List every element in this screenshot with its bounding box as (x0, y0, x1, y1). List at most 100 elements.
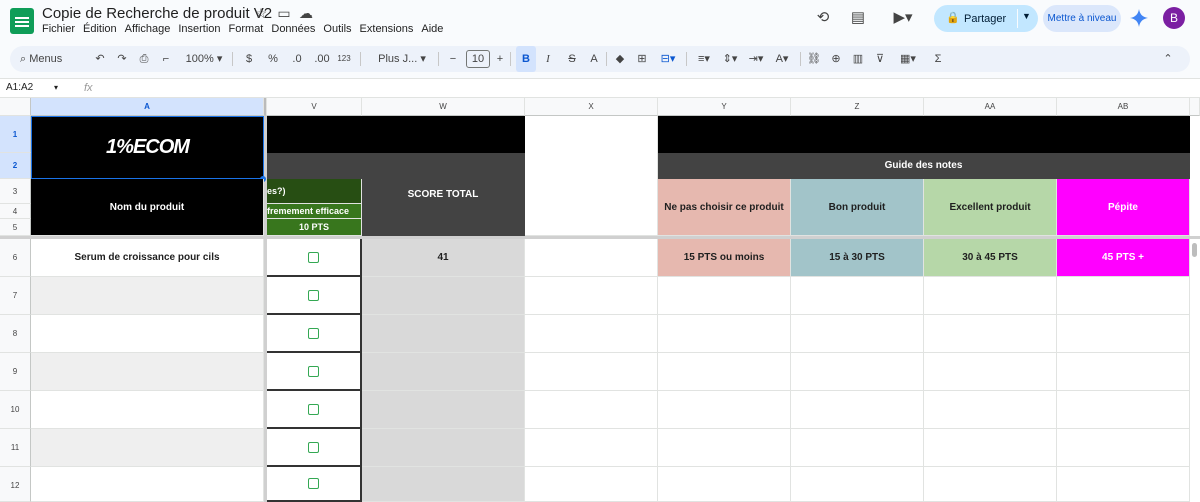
guide-range-gem[interactable]: 45 PTS + (1057, 239, 1190, 277)
score-cell-empty-7[interactable] (362, 277, 525, 315)
menu-tools[interactable]: Outils (323, 23, 357, 35)
cell-x-7[interactable] (525, 277, 658, 315)
product-cell-8[interactable] (31, 315, 264, 353)
checkbox-cell-6[interactable] (267, 239, 362, 277)
search-menus[interactable]: ⌕ Menus (20, 46, 82, 72)
sheets-logo-icon[interactable] (10, 8, 34, 34)
cell-y-11[interactable] (658, 429, 791, 467)
cell-ab-7[interactable] (1057, 277, 1190, 315)
cell-x-8[interactable] (525, 315, 658, 353)
points-cell[interactable]: 10 PTS (267, 219, 362, 236)
chart-icon[interactable]: ▥ (850, 46, 866, 72)
move-folder-icon[interactable]: ▭ (276, 5, 292, 21)
guide-label-excellent[interactable]: Excellent produit (924, 179, 1057, 236)
redo-icon[interactable]: ↷ (114, 46, 130, 72)
star-icon[interactable]: ☆ (253, 5, 269, 21)
checkbox[interactable] (308, 403, 319, 415)
cell-y-12[interactable] (658, 467, 791, 502)
score-cell-empty-11[interactable] (362, 429, 525, 467)
cell-ab-9[interactable] (1057, 353, 1190, 391)
cell-z-12[interactable] (791, 467, 924, 502)
text-color-button[interactable]: A (586, 46, 602, 72)
cell-y-8[interactable] (658, 315, 791, 353)
row-header-8[interactable]: 8 (0, 315, 31, 353)
column-header-z[interactable]: Z (791, 98, 924, 116)
menu-extensions[interactable]: Extensions (360, 23, 420, 35)
filter-icon[interactable]: ⊽ (872, 46, 888, 72)
cell-ab-12[interactable] (1057, 467, 1190, 502)
cell-z-7[interactable] (791, 277, 924, 315)
cell-x-11[interactable] (525, 429, 658, 467)
strikethrough-button[interactable]: S (564, 46, 580, 72)
cell-aa-12[interactable] (924, 467, 1057, 502)
checkbox[interactable] (308, 365, 319, 377)
version-history-icon[interactable]: ⟲ (812, 7, 834, 29)
upgrade-button[interactable]: Mettre à niveau (1043, 5, 1121, 32)
column-header-y[interactable]: Y (658, 98, 791, 116)
cell-v1[interactable] (267, 116, 362, 153)
menu-insert[interactable]: Insertion (178, 23, 226, 35)
font-select[interactable]: Plus J... ▾ (368, 46, 436, 72)
product-name-cell[interactable]: Serum de croissance pour cils (31, 239, 264, 277)
row-header-10[interactable]: 10 (0, 391, 31, 429)
partial-header-cell[interactable]: es?) (267, 179, 362, 204)
checkbox-cell-7[interactable] (267, 277, 362, 315)
column-header-ab[interactable]: AB (1057, 98, 1190, 116)
cell-z-10[interactable] (791, 391, 924, 429)
checkbox-cell-8[interactable] (267, 315, 362, 353)
bold-button[interactable]: B (516, 46, 536, 72)
guide-label-not-choose[interactable]: Ne pas choisir ce produit (658, 179, 791, 236)
column-header-aa[interactable]: AA (924, 98, 1057, 116)
cell-ab-11[interactable] (1057, 429, 1190, 467)
cell-x-12[interactable] (525, 467, 658, 502)
font-size-increase[interactable]: + (493, 46, 507, 72)
checkbox[interactable] (308, 327, 319, 339)
cell-ab-10[interactable] (1057, 391, 1190, 429)
score-cell-empty-12[interactable] (362, 467, 525, 502)
collapse-toolbar-icon[interactable]: ⌃ (1160, 46, 1176, 72)
font-size-input[interactable]: 10 (466, 50, 490, 68)
cell-z-11[interactable] (791, 429, 924, 467)
guide-label-good[interactable]: Bon produit (791, 179, 924, 236)
checkbox[interactable] (308, 441, 319, 453)
filter-views-icon[interactable]: ▦▾ (894, 46, 922, 72)
product-cell-7[interactable] (31, 277, 264, 315)
cell-v2[interactable] (267, 153, 362, 179)
cell-x6[interactable] (525, 239, 658, 277)
score-cell[interactable]: 41 (362, 239, 525, 277)
cell-aa-8[interactable] (924, 315, 1057, 353)
score-cell-empty-8[interactable] (362, 315, 525, 353)
menu-view[interactable]: Affichage (125, 23, 177, 35)
currency-format[interactable]: $ (242, 46, 256, 72)
italic-button[interactable]: I (540, 46, 556, 72)
checkbox[interactable] (308, 478, 319, 489)
share-dropdown-icon[interactable]: ▼ (1022, 11, 1031, 21)
document-title[interactable]: Copie de Recherche de produit V2 (42, 5, 272, 22)
checkbox-cell-10[interactable] (267, 391, 362, 429)
cell-y-7[interactable] (658, 277, 791, 315)
increase-decimal[interactable]: .00 (312, 46, 332, 72)
cell-z-8[interactable] (791, 315, 924, 353)
text-rotation-icon[interactable]: A▾ (770, 46, 794, 72)
row-header-7[interactable]: 7 (0, 277, 31, 315)
menu-format[interactable]: Format (229, 23, 270, 35)
cell-ab-8[interactable] (1057, 315, 1190, 353)
zoom-select[interactable]: 100% ▾ (182, 46, 226, 72)
menu-data[interactable]: Données (271, 23, 321, 35)
cell-x-9[interactable] (525, 353, 658, 391)
score-total-header[interactable]: SCORE TOTAL (362, 153, 525, 236)
guide-range-not-choose[interactable]: 15 PTS ou moins (658, 239, 791, 277)
checkbox[interactable] (308, 251, 319, 263)
column-header-x[interactable]: X (525, 98, 658, 116)
comments-icon[interactable]: ▤ (847, 7, 869, 29)
row-header-1[interactable]: 1 (0, 116, 31, 153)
select-all-corner[interactable] (0, 98, 31, 116)
checkbox-cell-12[interactable] (267, 467, 362, 502)
product-cell-10[interactable] (31, 391, 264, 429)
cell-y-9[interactable] (658, 353, 791, 391)
row-header-5[interactable]: 5 (0, 219, 31, 236)
fill-color-icon[interactable]: ◆ (612, 46, 628, 72)
column-header-a[interactable]: A (31, 98, 264, 116)
cell-aa-7[interactable] (924, 277, 1057, 315)
guide-range-good[interactable]: 15 à 30 PTS (791, 239, 924, 277)
